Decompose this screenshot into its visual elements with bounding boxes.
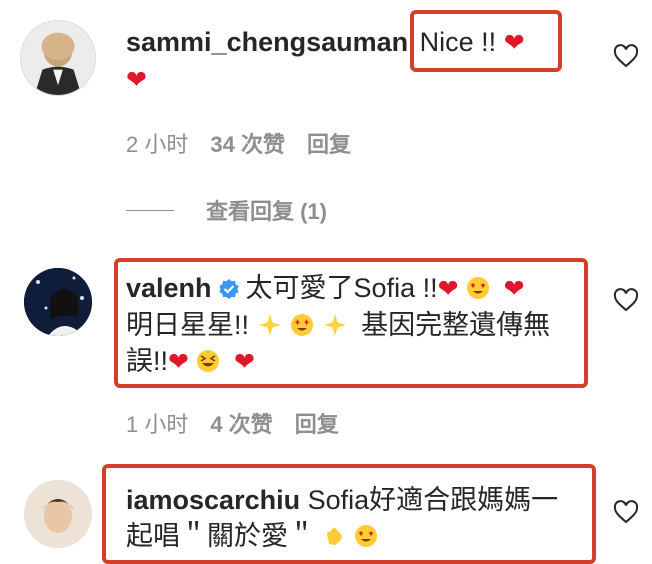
comment-1-meta: 2 小时 34 次赞 回复 bbox=[126, 127, 373, 159]
comment-2-likes[interactable]: 4 次赞 bbox=[210, 412, 272, 437]
comment-1-likes[interactable]: 34 次赞 bbox=[210, 132, 285, 157]
view-replies-button[interactable]: 查看回复 (1) bbox=[126, 194, 327, 226]
heart-outline-icon[interactable] bbox=[613, 44, 639, 68]
highlight-box-1 bbox=[410, 10, 562, 72]
heart-outline-icon[interactable] bbox=[613, 500, 639, 524]
heart-outline-icon[interactable] bbox=[613, 288, 639, 312]
avatar-sammi[interactable] bbox=[20, 20, 96, 96]
comment-1-time: 2 小时 bbox=[126, 132, 189, 157]
view-replies-label: 查看回复 (1) bbox=[206, 199, 328, 224]
highlight-box-2 bbox=[114, 258, 588, 388]
comment-2-meta: 1 小时 4 次赞 回复 bbox=[126, 407, 361, 439]
comment-1-reply-button[interactable]: 回复 bbox=[307, 132, 351, 157]
comment-2-reply-button[interactable]: 回复 bbox=[295, 412, 339, 437]
avatar-valenh[interactable] bbox=[24, 268, 92, 336]
highlight-box-3 bbox=[102, 464, 596, 564]
avatar-iamoscarchiu[interactable] bbox=[24, 480, 92, 548]
red-heart-emoji: ❤ bbox=[126, 66, 147, 94]
comment-1-username[interactable]: sammi_chengsauman bbox=[126, 27, 408, 57]
divider-line bbox=[126, 209, 174, 211]
comment-2-time: 1 小时 bbox=[126, 412, 189, 437]
